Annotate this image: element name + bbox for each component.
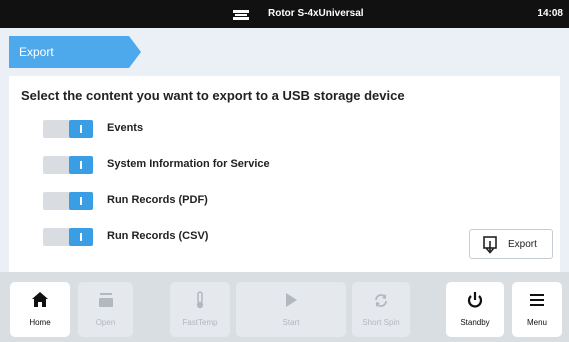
export-button[interactable]: Export [469,229,553,259]
lid-open-icon [78,291,133,309]
fasttemp-button[interactable]: FastTemp [170,282,230,337]
power-icon [446,291,504,309]
home-label: Home [29,318,51,327]
short-spin-button[interactable]: Short Spin [352,282,410,337]
standby-label: Standby [460,318,490,327]
events-toggle[interactable] [43,120,93,138]
main-area: Export Select the content you want to ex… [0,28,569,272]
toggle-knob [69,120,93,138]
open-label: Open [95,318,116,327]
start-label: Start [282,318,300,327]
option-system-information[interactable]: System Information for Service [43,156,443,176]
thermometer-icon [170,291,230,309]
rotor-name: Rotor S-4xUniversal [268,8,364,19]
toggle-knob [69,156,93,174]
export-usb-icon [482,236,498,259]
toggle-knob [69,192,93,210]
short-spin-label: Short Spin [362,318,400,327]
bottom-nav: Home Open FastTemp Start Short Spin Stan… [0,272,569,342]
export-button-label: Export [508,239,537,250]
option-label: Run Records (PDF) [107,194,208,206]
menu-icon [512,291,562,309]
clock: 14:08 [537,8,563,19]
option-label: Run Records (CSV) [107,230,209,242]
play-icon [236,291,346,309]
start-button[interactable]: Start [236,282,346,337]
home-icon [10,291,70,309]
rotor-icon [232,8,250,20]
run-records-csv-toggle[interactable] [43,228,93,246]
open-button[interactable]: Open [78,282,133,337]
option-label: Events [107,122,144,134]
menu-button[interactable]: Menu [512,282,562,337]
run-records-pdf-toggle[interactable] [43,192,93,210]
system-information-toggle[interactable] [43,156,93,174]
menu-label: Menu [526,318,547,327]
breadcrumb: Export [9,36,141,68]
option-run-records-csv[interactable]: Run Records (CSV) [43,228,443,248]
page-title: Select the content you want to export to… [21,88,405,103]
standby-button[interactable]: Standby [446,282,504,337]
breadcrumb-label: Export [19,45,54,59]
fasttemp-label: FastTemp [182,318,218,327]
refresh-icon [352,291,410,309]
status-bar: Rotor S-4xUniversal 14:08 [0,0,569,28]
toggle-knob [69,228,93,246]
option-events[interactable]: Events [43,120,443,140]
home-button[interactable]: Home [10,282,70,337]
option-run-records-pdf[interactable]: Run Records (PDF) [43,192,443,212]
export-card: Select the content you want to export to… [9,76,560,272]
option-label: System Information for Service [107,158,270,170]
